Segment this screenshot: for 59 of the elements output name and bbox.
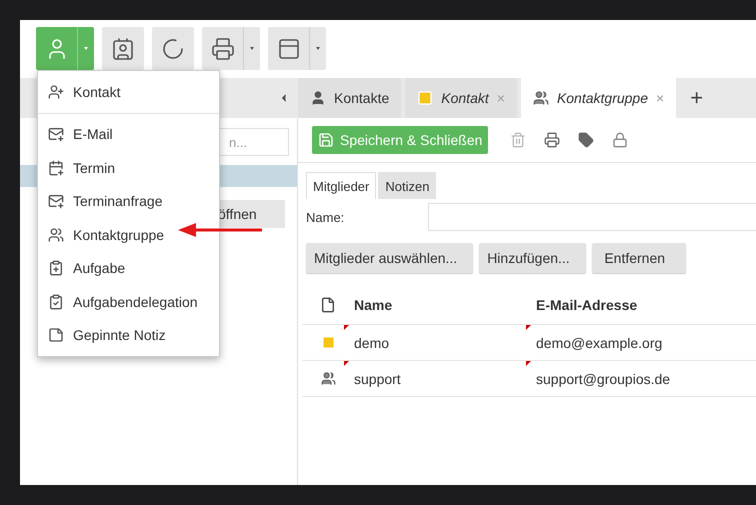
menu-item[interactable]: Kontaktgruppe <box>38 218 219 252</box>
file-icon <box>320 296 336 312</box>
save-icon <box>318 132 334 148</box>
table-cell: demo@example.org <box>536 334 662 350</box>
column-header[interactable]: Name <box>354 296 536 312</box>
menu-item[interactable]: Termin <box>38 151 219 184</box>
add-mail-icon <box>48 126 64 142</box>
menu-item[interactable]: Terminanfrage <box>38 184 219 218</box>
caret-icon <box>84 47 88 50</box>
contact-card-icon <box>417 90 434 106</box>
change-marker-icon <box>526 360 531 366</box>
layout-icon <box>277 36 301 60</box>
menu-item[interactable]: Gepinnte Notiz <box>38 318 219 352</box>
clipboard-icon <box>48 294 64 310</box>
note-icon <box>48 327 64 344</box>
tab[interactable]: Kontakte <box>298 78 402 118</box>
people-icon <box>532 90 549 106</box>
table-cell: support <box>354 370 401 386</box>
name-input[interactable] <box>428 203 756 231</box>
caret-icon <box>316 47 320 50</box>
change-marker-icon <box>344 324 349 330</box>
print-icon[interactable] <box>544 132 560 148</box>
tab[interactable]: Mitglieder <box>306 172 376 199</box>
people-icon <box>320 371 336 386</box>
field-label: Name: <box>306 210 346 224</box>
tag-icon[interactable] <box>578 132 594 148</box>
add-tab-button[interactable]: + <box>680 85 714 111</box>
printer-icon <box>211 36 235 60</box>
table-cell: support@groupios.de <box>536 370 670 386</box>
tab[interactable]: Kontakt × <box>405 78 517 118</box>
toolbar-button[interactable] <box>268 27 326 70</box>
caret-icon <box>250 47 254 50</box>
menu-item[interactable]: E-Mail <box>38 118 219 151</box>
column-header[interactable]: E-Mail-Adresse <box>536 296 638 312</box>
lock-icon[interactable] <box>612 132 628 148</box>
contact-card-icon <box>320 335 336 350</box>
toolbar-button[interactable] <box>102 27 144 70</box>
change-marker-icon <box>526 324 531 330</box>
person-icon <box>310 90 326 106</box>
action-button[interactable]: Hinzufügen... <box>479 243 586 273</box>
action-button[interactable]: Mitglieder auswählen... <box>306 243 474 273</box>
change-marker-icon <box>344 360 349 366</box>
action-button[interactable]: Entfernen <box>592 243 686 273</box>
menu-item[interactable]: Aufgabendelegation <box>38 285 219 318</box>
sync-icon <box>161 36 185 60</box>
address-book-icon <box>111 36 135 60</box>
menu-item[interactable]: Kontakt <box>38 75 219 108</box>
menu-item[interactable]: Aufgabe <box>38 252 219 285</box>
tab[interactable]: Notizen <box>378 172 436 199</box>
add-mail-icon <box>48 193 64 210</box>
toolbar-button[interactable] <box>152 27 194 70</box>
add-calendar-icon <box>48 160 64 176</box>
toolbar-button[interactable] <box>202 27 260 70</box>
tab[interactable]: Kontaktgruppe × <box>520 78 676 118</box>
add-clipboard-icon <box>48 260 64 276</box>
add-person-icon <box>48 84 64 100</box>
table-cell: demo <box>354 334 390 350</box>
people-icon <box>48 226 64 243</box>
toolbar-button[interactable] <box>36 27 94 70</box>
